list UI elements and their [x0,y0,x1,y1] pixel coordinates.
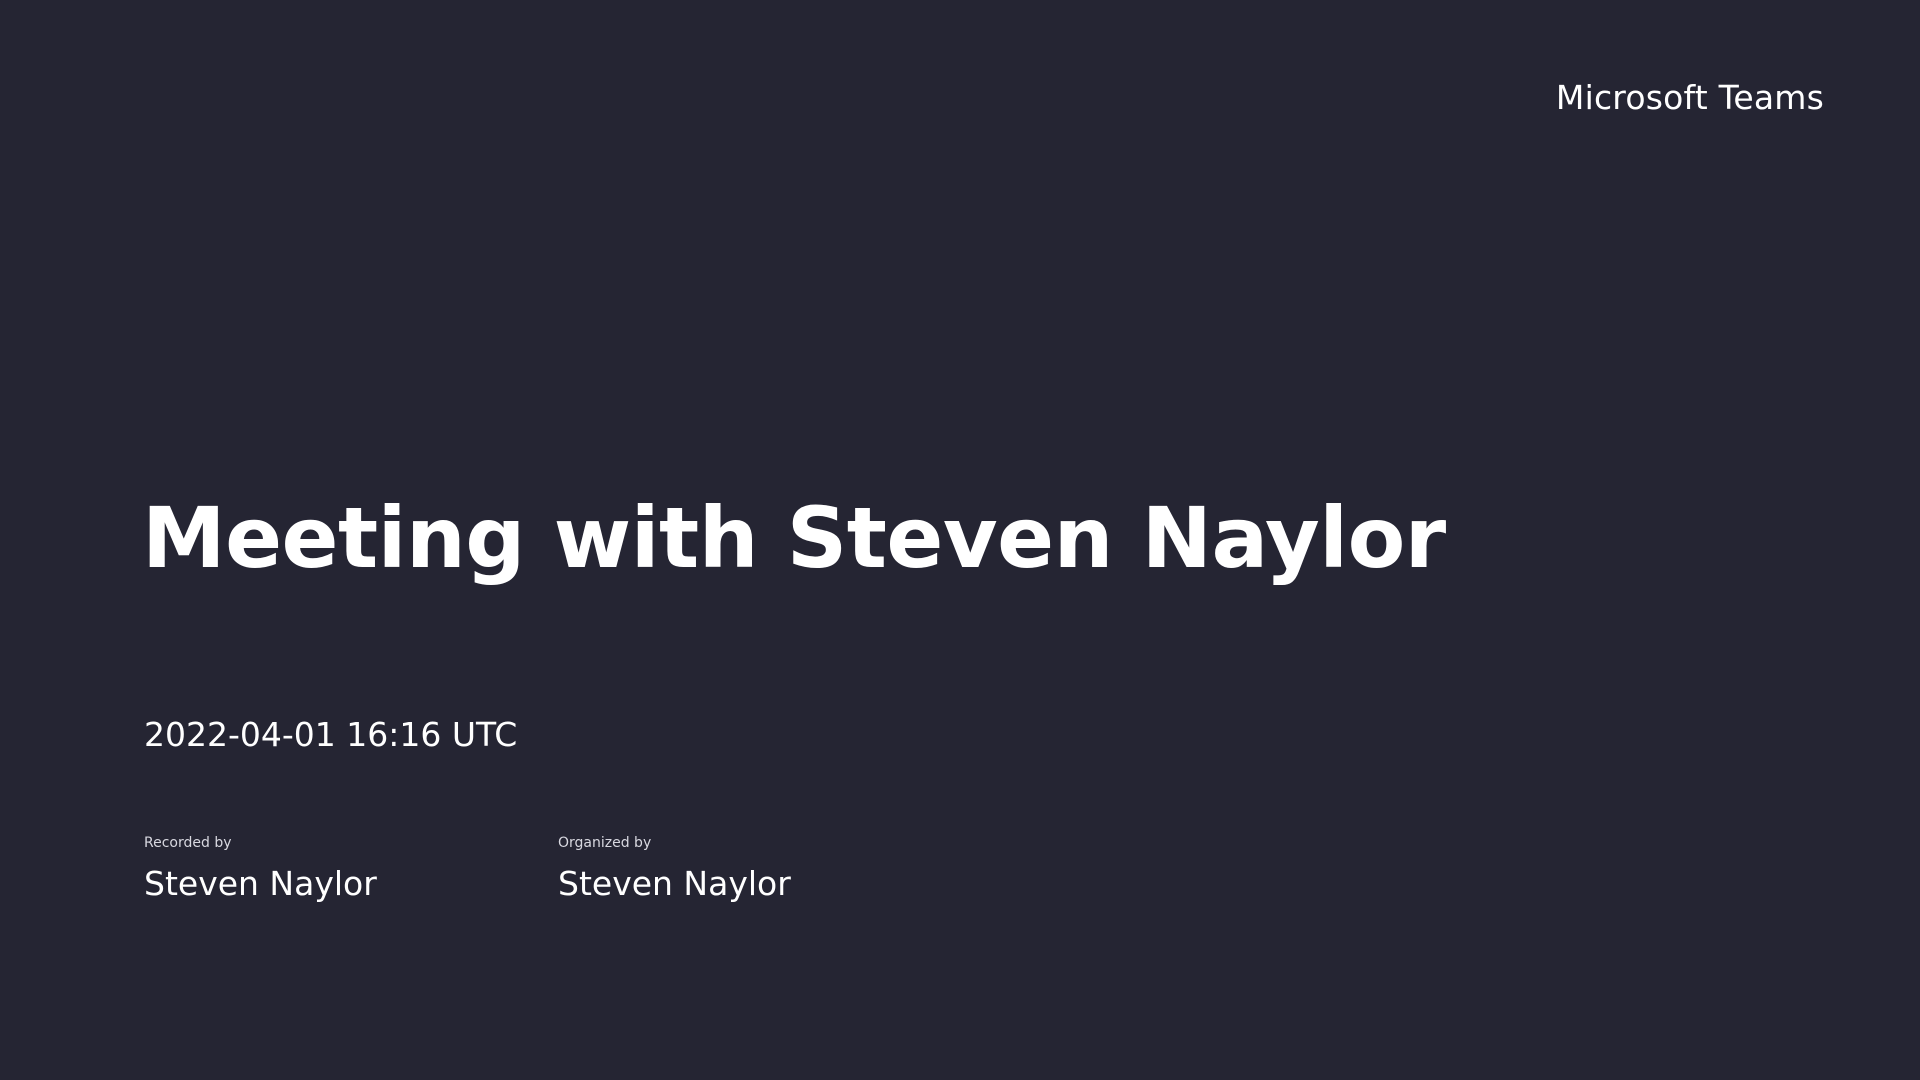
organized-by-name: Steven Naylor [558,864,791,903]
recorded-by-label: Recorded by [144,835,232,851]
meeting-datetime: 2022-04-01 16:16 UTC [144,715,518,754]
app-brand-label: Microsoft Teams [1555,78,1824,117]
recorded-by-block: Recorded by Steven Naylor [144,834,377,904]
organized-by-label: Organized by [558,835,652,851]
organized-by-block: Organized by Steven Naylor [558,834,791,904]
recorded-by-name: Steven Naylor [144,864,377,903]
recording-title-slate: Microsoft Teams Meeting with Steven Nayl… [0,0,1920,1080]
meeting-title: Meeting with Steven Naylor [142,489,1446,587]
